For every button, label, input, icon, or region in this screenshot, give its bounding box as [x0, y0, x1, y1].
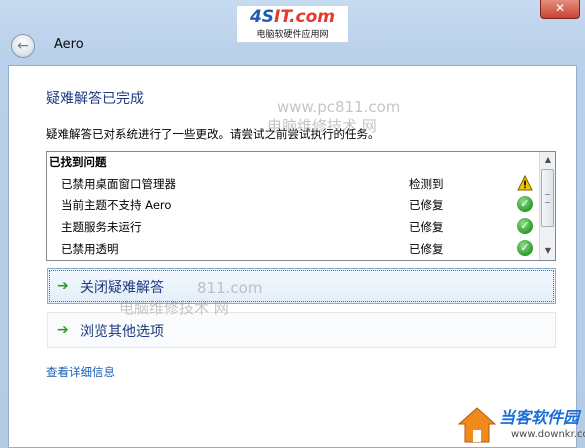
green-arrow-icon: ➔: [57, 278, 69, 294]
issue-status: 已修复: [409, 198, 444, 212]
issue-name: 已禁用桌面窗口管理器: [61, 177, 176, 191]
scroll-up-icon[interactable]: ▲: [541, 153, 555, 167]
green-arrow-icon: ➔: [57, 322, 69, 338]
house-logo-icon: [457, 407, 497, 443]
content-panel: 疑难解答已完成 疑难解答已对系统进行了一些更改。请尝试之前尝试执行的任务。 已找…: [8, 65, 577, 448]
list-item: 当前主题不支持 Aero 已修复 ✓: [61, 195, 541, 215]
page-title: 疑难解答已完成: [46, 91, 144, 107]
list-item: 已禁用桌面窗口管理器 检测到: [61, 174, 541, 194]
list-item: 主题服务未运行 已修复 ✓: [61, 217, 541, 237]
brand-name: 当客软件园: [499, 408, 580, 427]
logo-text-b: IT.com: [274, 7, 336, 27]
check-icon: ✓: [517, 196, 533, 212]
check-icon: ✓: [517, 218, 533, 234]
issues-header: 已找到问题: [49, 155, 107, 169]
close-icon: ✕: [554, 1, 566, 15]
back-arrow-icon: ←: [17, 38, 29, 54]
issue-name: 主题服务未运行: [61, 220, 142, 234]
issues-list: 已找到问题 已禁用桌面窗口管理器 检测到 当前主题不支持 Aero 已修复 ✓ …: [46, 151, 556, 261]
watermark-site-partial: 811.com: [197, 279, 263, 297]
scrollbar-thumb[interactable]: [541, 169, 554, 227]
close-button[interactable]: ✕: [540, 0, 580, 19]
issue-status: 已修复: [409, 220, 444, 234]
watermark-tagline-2: 电脑维修技术 网: [119, 299, 229, 317]
watermark-site: www.pc811.com: [277, 98, 401, 116]
command-label: 关闭疑难解答: [80, 280, 164, 296]
issue-status: 已修复: [409, 242, 444, 256]
brand-url: www.downkr.com: [511, 429, 585, 440]
list-item: 已禁用透明 已修复 ✓: [61, 239, 541, 259]
command-label: 浏览其他选项: [80, 324, 164, 340]
check-icon: ✓: [517, 240, 533, 256]
window-frame: 4SIT.com 电脑软硬件应用网 ✕ ← Aero 疑难解答已完成 疑难解答已…: [0, 0, 585, 448]
view-details-link[interactable]: 查看详细信息: [46, 364, 115, 380]
issue-name: 已禁用透明: [61, 242, 119, 256]
logo-subtitle: 电脑软硬件应用网: [256, 30, 329, 40]
back-button[interactable]: ←: [11, 34, 35, 58]
logo-text-a: 4S: [249, 7, 275, 27]
issue-name: 当前主题不支持 Aero: [61, 198, 172, 212]
watermark-tagline: 电脑维修技术 网: [267, 117, 377, 135]
window-title: Aero: [54, 37, 84, 52]
issue-status: 检测到: [409, 177, 444, 191]
list-scrollbar[interactable]: ▲ ▼: [539, 152, 555, 260]
site-logo: 4SIT.com 电脑软硬件应用网: [237, 6, 348, 42]
brand-watermark: 当客软件园 www.downkr.com: [453, 402, 585, 448]
scroll-down-icon[interactable]: ▼: [541, 244, 555, 258]
warning-icon: [517, 174, 533, 191]
